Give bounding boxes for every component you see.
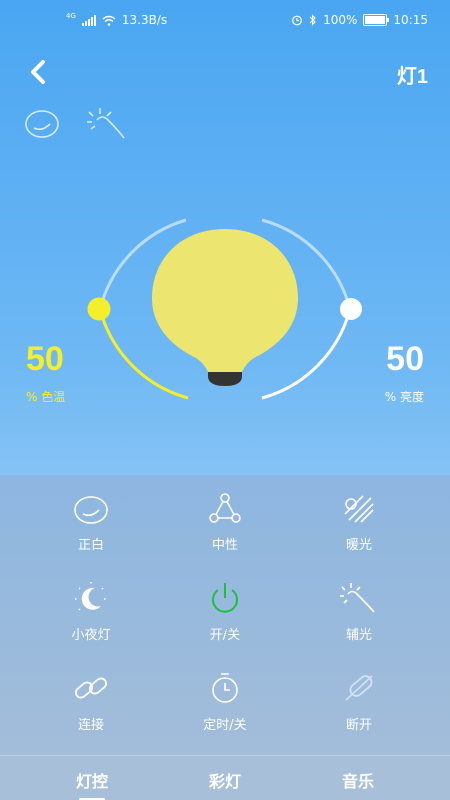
alarm-icon: [292, 15, 302, 26]
control-label: 连接: [77, 718, 104, 733]
tab-color-light[interactable]: 彩灯: [165, 768, 285, 792]
network-badge: 4G: [66, 12, 76, 20]
warm-light-icon: [344, 495, 374, 523]
link-icon: [75, 677, 107, 699]
app-screen: 4G 13.3B/s 100% 10:15 灯1 50 % 色温 50 % 亮度…: [0, 0, 450, 800]
chevron-left-icon[interactable]: [22, 56, 54, 88]
color-temp-label: % 色温: [26, 390, 66, 404]
bottom-tab-bar: 灯控 彩灯 音乐: [0, 755, 450, 800]
control-label: 正白: [77, 538, 104, 553]
brightness-value: 50: [386, 340, 424, 378]
bluetooth-icon: [309, 14, 316, 26]
battery-icon: [363, 14, 390, 26]
clock: 10:15: [393, 13, 428, 27]
power-button[interactable]: 开/关: [155, 580, 295, 660]
status-bar: 4G 13.3B/s 100% 10:15: [0, 0, 450, 40]
timer-icon: [212, 673, 238, 703]
night-light-button[interactable]: 小夜灯: [21, 580, 161, 660]
timer-button[interactable]: 定时/关: [155, 670, 295, 750]
tab-music[interactable]: 音乐: [298, 768, 418, 792]
control-label: 开/关: [209, 628, 241, 643]
network-speed: 13.3B/s: [121, 13, 168, 27]
color-temp-value: 50: [26, 340, 64, 378]
disconnect-icon: [345, 675, 373, 701]
night-light-icon: [75, 582, 107, 611]
white-light-icon: [74, 496, 108, 524]
moon-crescent-icon[interactable]: [22, 106, 62, 142]
sun-rays-icon[interactable]: [86, 104, 128, 142]
brightness-handle[interactable]: [340, 298, 362, 320]
disconnect-button[interactable]: 断开: [289, 670, 429, 750]
tab-light-control[interactable]: 灯控: [32, 768, 152, 792]
power-icon: [212, 583, 238, 613]
color-temp-handle[interactable]: [87, 297, 111, 321]
aux-light-button[interactable]: 辅光: [289, 580, 429, 660]
control-label: 定时/关: [203, 718, 247, 733]
connect-button[interactable]: 连接: [21, 670, 161, 750]
white-light-button[interactable]: 正白: [21, 490, 161, 570]
battery-percent: 100%: [323, 13, 358, 27]
control-label: 暖光: [345, 538, 372, 553]
control-label: 中性: [211, 538, 238, 553]
page-title: 灯1: [396, 66, 428, 88]
neutral-triangle-icon: [209, 493, 241, 523]
control-label: 辅光: [345, 628, 372, 643]
aux-light-icon: [340, 583, 375, 613]
signal-icon: [81, 14, 96, 26]
neutral-button[interactable]: 中性: [155, 490, 295, 570]
control-label: 断开: [345, 718, 372, 733]
warm-light-button[interactable]: 暖光: [289, 490, 429, 570]
controls-grid: 正白 中性 暖光 小夜灯 开/关 辅光 连接 定时/关 断开: [0, 490, 450, 750]
brightness-label: % 亮度: [384, 390, 424, 404]
bulb-icon[interactable]: [152, 229, 298, 386]
wifi-icon: [102, 15, 116, 26]
brightness-color-dial[interactable]: [0, 200, 450, 430]
control-label: 小夜灯: [71, 628, 111, 643]
